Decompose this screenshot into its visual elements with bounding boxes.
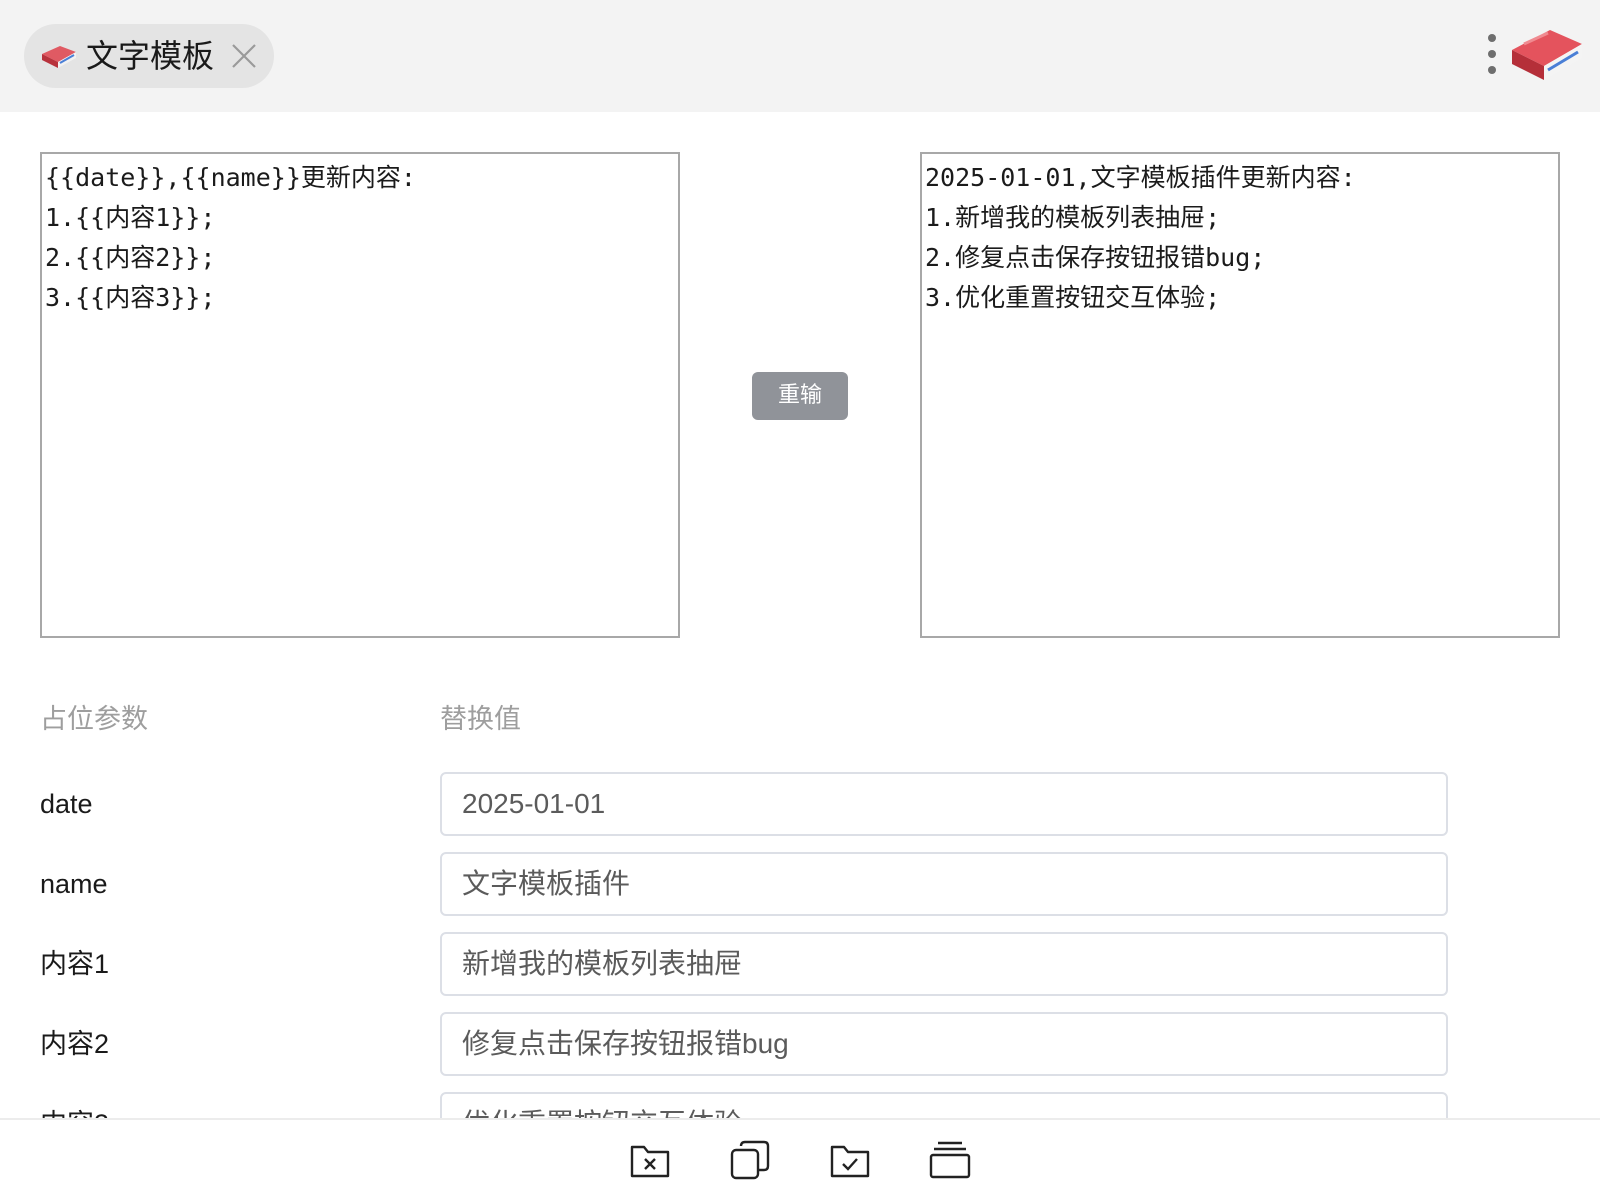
- app-window: 文字模板 {{date}},{{name}}更新内容: 1.{{内容1}}; 2…: [0, 0, 1600, 1200]
- book-icon: [42, 46, 76, 68]
- param-value-input[interactable]: 新增我的模板列表抽屉: [440, 932, 1448, 996]
- param-value-input[interactable]: 文字模板插件: [440, 852, 1448, 916]
- reset-button[interactable]: 重输: [752, 372, 848, 420]
- bottom-toolbar: [0, 1118, 1600, 1200]
- param-key-header: 占位参数: [40, 704, 148, 735]
- param-key: date: [40, 789, 93, 819]
- tab-text-template[interactable]: 文字模板: [24, 24, 274, 88]
- param-key: 内容2: [40, 1029, 110, 1059]
- folder-close-icon[interactable]: [628, 1138, 672, 1182]
- header-bar: 文字模板: [0, 0, 1600, 112]
- param-value-header: 替换值: [440, 704, 521, 735]
- tab-label: 文字模板: [86, 37, 215, 75]
- book-logo-icon[interactable]: [1508, 24, 1584, 86]
- stack-icon[interactable]: [928, 1138, 972, 1182]
- copy-icon[interactable]: [728, 1138, 772, 1182]
- param-row-date: date 2025-01-01: [0, 772, 1600, 836]
- param-row-content2: 内容2 修复点击保存按钮报错bug: [0, 1012, 1600, 1076]
- kebab-menu-icon[interactable]: [1484, 32, 1500, 76]
- param-key: 内容1: [40, 949, 110, 979]
- param-row-content1: 内容1 新增我的模板列表抽屉: [0, 932, 1600, 996]
- close-icon[interactable]: [230, 42, 258, 70]
- template-textarea[interactable]: {{date}},{{name}}更新内容: 1.{{内容1}}; 2.{{内容…: [40, 152, 680, 638]
- param-value-input[interactable]: 2025-01-01: [440, 772, 1448, 836]
- param-value-input[interactable]: 修复点击保存按钮报错bug: [440, 1012, 1448, 1076]
- folder-check-icon[interactable]: [828, 1138, 872, 1182]
- param-key: name: [40, 869, 108, 899]
- output-textarea[interactable]: 2025-01-01,文字模板插件更新内容: 1.新增我的模板列表抽屉; 2.修…: [920, 152, 1560, 638]
- param-row-name: name 文字模板插件: [0, 852, 1600, 916]
